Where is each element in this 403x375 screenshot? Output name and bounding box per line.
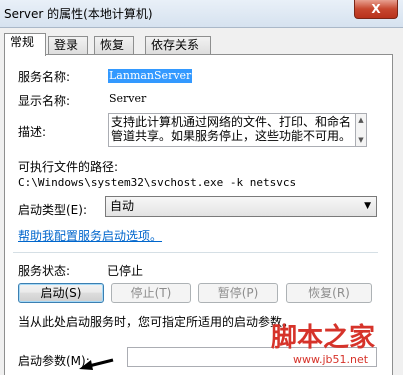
help-link[interactable]: 帮助我配置服务启动选项。 [18, 227, 162, 244]
stop-button[interactable]: 停止(T) [111, 283, 191, 303]
watermark-logo: 脚本之家 [271, 323, 376, 353]
pause-button[interactable]: 暂停(P) [198, 283, 278, 303]
scroll-up-icon[interactable]: ▲ [357, 116, 365, 124]
watermark-url: www.jb51.net [293, 353, 369, 366]
exe-path-value: C:\Windows\system32\svchost.exe -k netsv… [18, 176, 297, 189]
display-name-label: 显示名称: [18, 94, 71, 108]
tab-logon[interactable]: 登录 [48, 36, 88, 55]
display-name-value: Server [109, 92, 147, 105]
resume-button[interactable]: 恢复(R) [286, 283, 372, 303]
tab-general[interactable]: 常规 [4, 33, 46, 56]
window-title: Server 的属性(本地计算机) [4, 7, 153, 21]
chevron-down-icon: ▼ [364, 201, 371, 211]
tab-dependencies[interactable]: 依存关系 [145, 36, 211, 55]
service-status-label: 服务状态: [18, 264, 71, 278]
startup-type-label: 启动类型(E): [18, 203, 87, 217]
scroll-down-icon[interactable]: ▼ [357, 136, 365, 144]
service-status-value: 已停止 [107, 264, 144, 278]
service-name-label: 服务名称: [18, 70, 71, 84]
exe-path-label: 可执行文件的路径: [18, 160, 119, 174]
close-button[interactable]: X [354, 0, 398, 19]
title-bar: Server 的属性(本地计算机) X [0, 0, 403, 28]
startup-type-value: 自动 [110, 199, 135, 213]
description-label: 描述: [18, 125, 47, 139]
start-button[interactable]: 启动(S) [18, 283, 104, 303]
description-scrollbar[interactable]: ▲ ▼ [356, 113, 367, 147]
separator [13, 252, 378, 253]
startup-type-select[interactable]: 自动 ▼ [105, 196, 377, 217]
tab-recovery[interactable]: 恢复 [94, 36, 134, 55]
annotation-arrow-icon [79, 358, 114, 370]
service-name-value[interactable]: LanmanServer [108, 69, 193, 83]
description-textbox[interactable]: 支持此计算机通过网络的文件、打印、和命名管道共享。如果服务停止，这些功能不可用。 [108, 113, 356, 147]
watermark: 脚本之家 www.jb51.net [241, 315, 401, 373]
